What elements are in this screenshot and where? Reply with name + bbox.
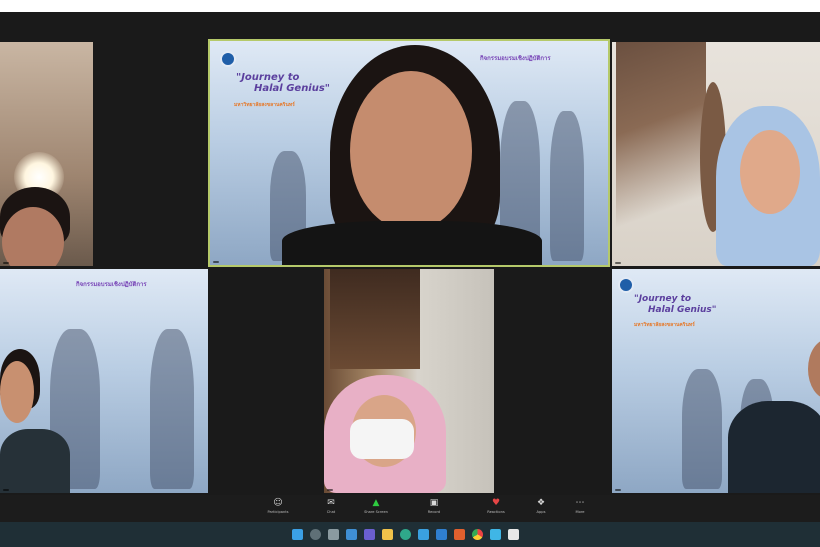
poster-headline: กิจกรรมอบรมเชิงปฏิบัติการ — [480, 55, 551, 62]
participant-tile-4[interactable]: กิจกรรมอบรมเชิงปฏิบัติการ — [0, 269, 208, 493]
photos-icon[interactable] — [490, 529, 501, 540]
university-logo-icon — [618, 277, 634, 293]
more-icon: ⋯ — [575, 498, 585, 508]
background-silhouette — [682, 369, 722, 489]
participant-name-tag — [615, 489, 621, 491]
share-screen-button[interactable]: ▲ Share Screen — [356, 498, 396, 515]
share-screen-icon: ▲ — [372, 498, 380, 508]
background-silhouette — [150, 329, 194, 489]
chrome-icon[interactable] — [472, 529, 483, 540]
reactions-button[interactable]: ♥ Reactions — [476, 498, 516, 515]
participant-face — [0, 361, 34, 423]
more-button[interactable]: ⋯ More — [560, 498, 600, 515]
chat-icon: ✉ — [327, 498, 335, 508]
chat-app-icon[interactable] — [364, 529, 375, 540]
university-logo-icon — [220, 51, 236, 67]
poster-title-line2: Halal Genius" — [648, 305, 717, 315]
participants-button[interactable]: ☺ Participants — [258, 498, 298, 515]
poster-title-line1: "Journey to — [634, 294, 692, 304]
poster-subtitle: มหาวิทยาลัยสงขลานครินทร์ — [234, 102, 295, 108]
reactions-icon: ♥ — [491, 498, 501, 508]
poster-subtitle: มหาวิทยาลัยสงขลานครินทร์ — [634, 322, 695, 328]
participant-body — [728, 401, 820, 493]
participant-name-tag — [213, 261, 219, 263]
face-mask — [350, 419, 414, 459]
zoom-app-icon[interactable] — [508, 529, 519, 540]
participant-tile-5[interactable] — [324, 269, 494, 493]
poster-title-line2: Halal Genius" — [254, 83, 331, 94]
apps-button[interactable]: ❖ Apps — [521, 498, 561, 515]
screen: "Journey to Halal Genius" มหาวิทยาลัยสงข… — [0, 0, 820, 547]
record-button[interactable]: ▣ Record — [414, 498, 454, 515]
windows-start-icon[interactable] — [292, 529, 303, 540]
participant-tile-3[interactable] — [612, 42, 820, 266]
edge-browser-icon[interactable] — [400, 529, 411, 540]
background-silhouette — [550, 111, 584, 261]
search-icon[interactable] — [310, 529, 321, 540]
windows-taskbar — [0, 522, 820, 547]
apps-icon: ❖ — [536, 498, 546, 508]
speaker-face — [350, 71, 472, 231]
task-view-icon[interactable] — [328, 529, 339, 540]
participant-tile-active-speaker[interactable]: "Journey to Halal Genius" มหาวิทยาลัยสงข… — [208, 39, 610, 267]
participants-icon: ☺ — [273, 498, 283, 508]
participant-name-tag — [3, 262, 9, 264]
record-icon: ▣ — [429, 498, 439, 508]
participant-tile-6[interactable]: "Journey to Halal Genius" มหาวิทยาลัยสงข… — [612, 269, 820, 493]
participant-tile-1[interactable] — [0, 42, 93, 266]
speaker-body — [282, 221, 542, 265]
poster-headline: กิจกรรมอบรมเชิงปฏิบัติการ — [76, 281, 147, 288]
participant-name-tag — [327, 489, 333, 491]
video-gallery: "Journey to Halal Genius" มหาวิทยาลัยสงข… — [0, 12, 820, 495]
poster-title-line1: "Journey to — [236, 72, 300, 83]
mail-icon[interactable] — [436, 529, 447, 540]
widgets-icon[interactable] — [346, 529, 357, 540]
meeting-toolbar: ☺ Participants ✉ Chat ▲ Share Screen ▣ R… — [0, 495, 820, 522]
participant-name-tag — [3, 489, 9, 491]
room-window — [330, 269, 420, 369]
office-icon[interactable] — [454, 529, 465, 540]
participant-name-tag — [615, 262, 621, 264]
participant-face — [808, 339, 820, 399]
file-explorer-icon[interactable] — [382, 529, 393, 540]
chat-button[interactable]: ✉ Chat — [311, 498, 351, 515]
pampas-grass-decor — [616, 42, 706, 242]
participant-face — [740, 130, 800, 214]
store-icon[interactable] — [418, 529, 429, 540]
participant-body — [0, 429, 70, 493]
